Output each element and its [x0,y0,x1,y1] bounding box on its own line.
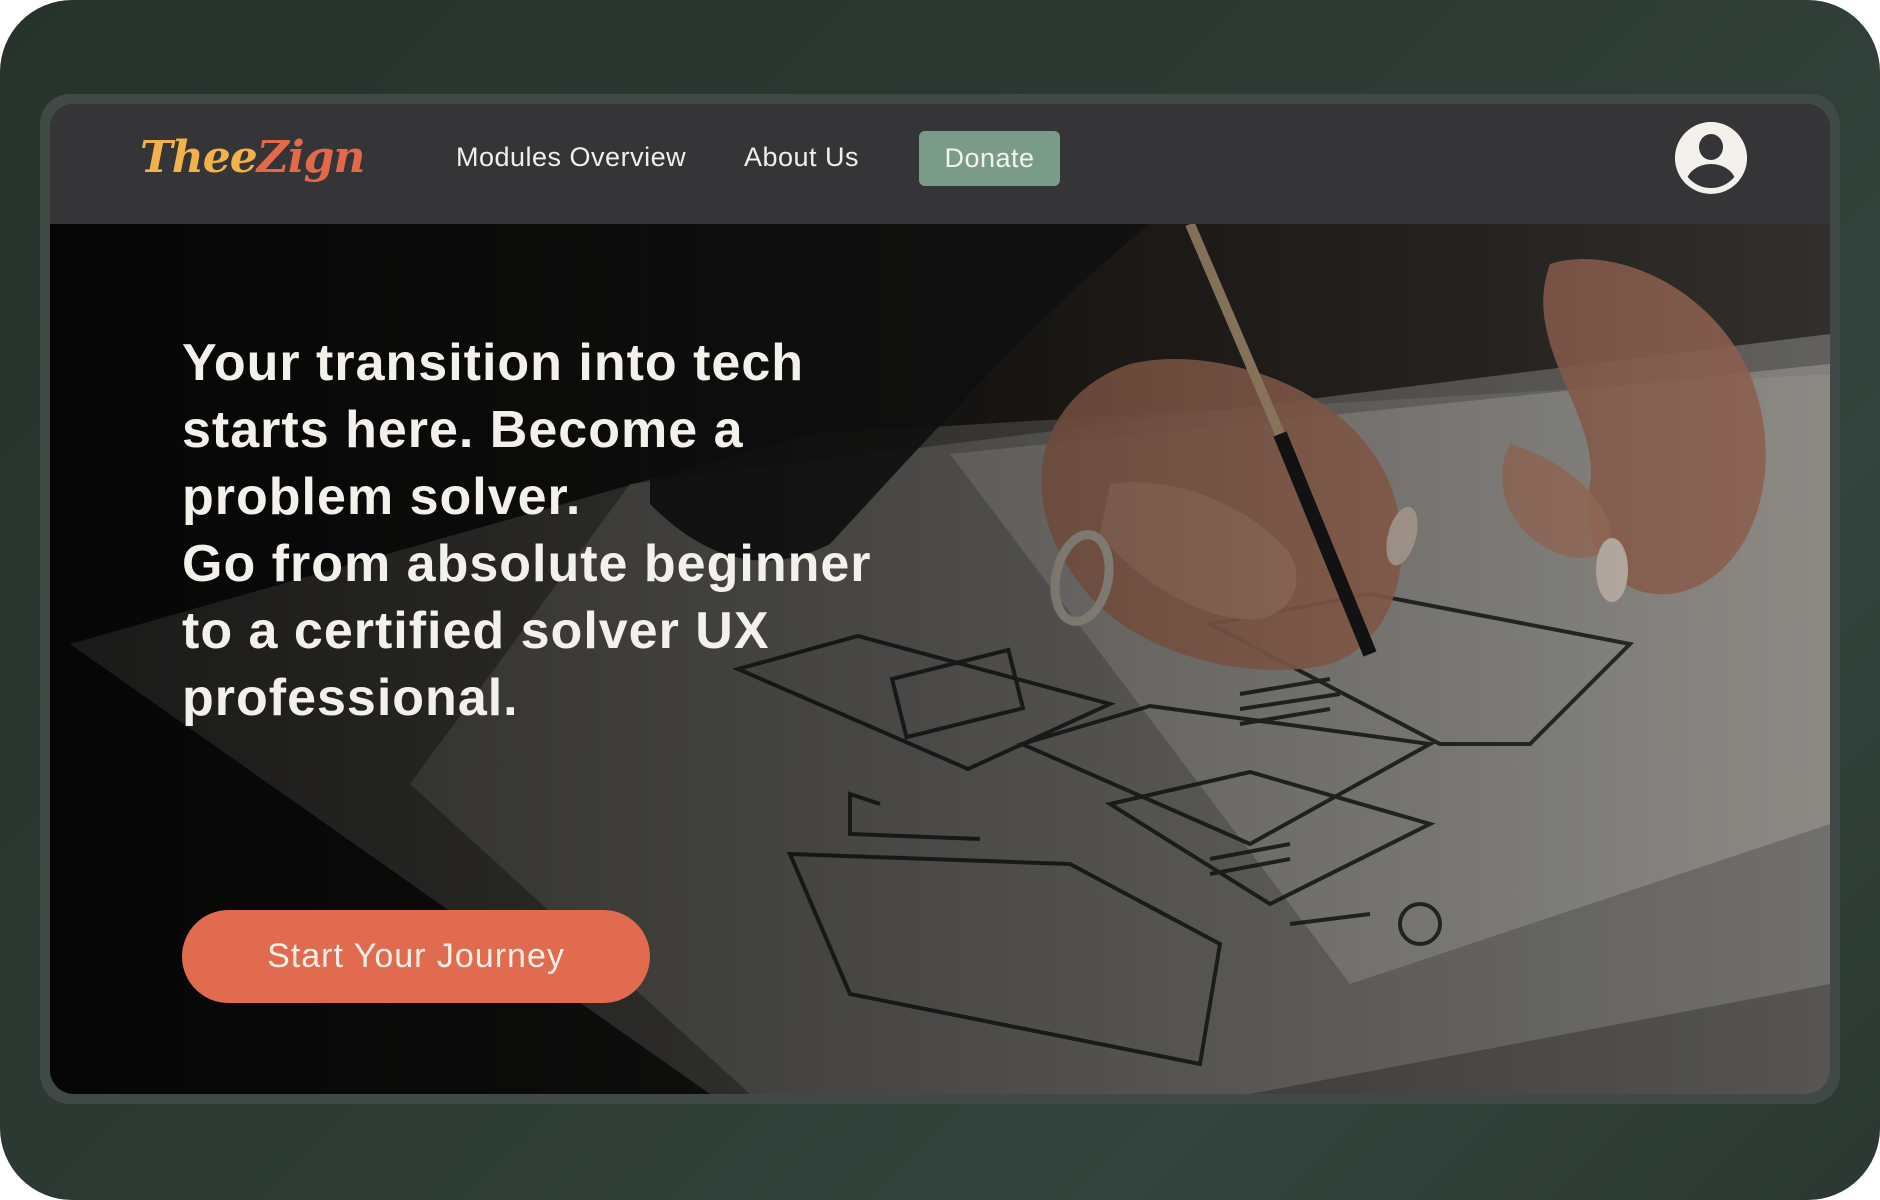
brand-logo[interactable]: TheeZign [140,132,366,183]
logo-text-thee: Thee [140,132,258,183]
start-your-journey-button[interactable]: Start Your Journey [182,910,650,1003]
nav-link-modules-overview[interactable]: Modules Overview [456,142,686,173]
avatar-ring [1675,122,1747,194]
hero-line-2: starts here. Become a [182,401,744,459]
browser-screen: TheeZign Modules Overview About Us Donat… [50,104,1830,1094]
hero-line-4: Go from absolute beginner [182,535,872,593]
hero-line-5: to a certified solver UX [182,602,770,660]
hero-line-3: problem solver. [182,468,582,526]
nav-link-about-us[interactable]: About Us [744,142,859,173]
hero-section: Your transition into tech starts here. B… [50,224,1830,1094]
hero-headline: Your transition into tech starts here. B… [182,330,942,732]
hero-line-1: Your transition into tech [182,334,805,392]
donate-button[interactable]: Donate [919,131,1060,186]
hero-line-6: professional. [182,669,519,727]
user-circle-icon[interactable] [1675,122,1747,194]
logo-text-zign: Zign [256,132,366,183]
top-navbar: TheeZign Modules Overview About Us Donat… [50,104,1830,224]
device-frame: TheeZign Modules Overview About Us Donat… [0,0,1880,1200]
